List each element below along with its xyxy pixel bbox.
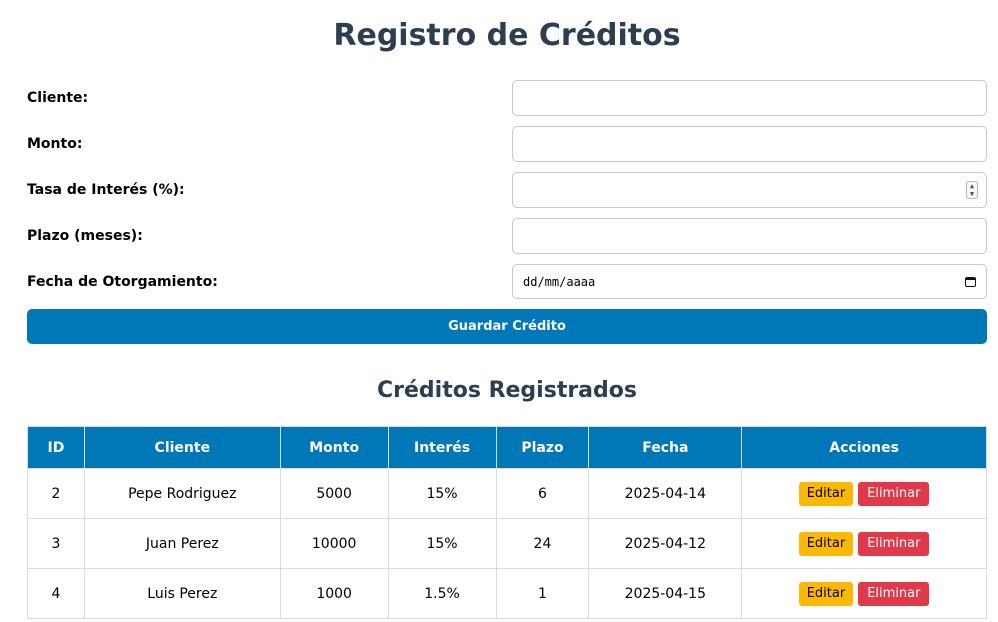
edit-button[interactable]: Editar <box>798 531 854 556</box>
column-header-plazo: Plazo <box>495 426 590 469</box>
tasa-input[interactable]: ▲ ▼ <box>512 172 987 208</box>
credits-table: ID Cliente Monto Interés Plazo Fecha Acc… <box>27 426 987 619</box>
cell-monto: 5000 <box>279 468 389 519</box>
cell-id: 2 <box>27 468 85 519</box>
spinner-icon[interactable]: ▲ ▼ <box>966 181 978 199</box>
credits-page: Registro de Créditos Cliente: Monto: Tas… <box>0 0 998 622</box>
cell-acciones: Editar Eliminar <box>741 518 987 569</box>
cell-interes: 15% <box>387 468 497 519</box>
form-row-monto: Monto: <box>27 126 987 162</box>
edit-button[interactable]: Editar <box>798 481 854 506</box>
save-credit-button[interactable]: Guardar Crédito <box>27 309 987 344</box>
plazo-input[interactable] <box>512 218 987 254</box>
cell-fecha: 2025-04-15 <box>588 568 743 619</box>
table-header-row: ID Cliente Monto Interés Plazo Fecha Acc… <box>27 426 987 469</box>
cell-fecha: 2025-04-12 <box>588 518 743 569</box>
cell-id: 4 <box>27 568 85 619</box>
table-row: 3 Juan Perez 10000 15% 24 2025-04-12 Edi… <box>27 518 987 569</box>
cell-cliente: Juan Perez <box>83 518 281 569</box>
table-row: 4 Luis Perez 1000 1.5% 1 2025-04-15 Edit… <box>27 568 987 619</box>
cell-acciones: Editar Eliminar <box>741 568 987 619</box>
column-header-cliente: Cliente <box>83 426 281 469</box>
cell-fecha: 2025-04-14 <box>588 468 743 519</box>
tasa-label: Tasa de Interés (%): <box>27 182 185 198</box>
column-header-id: ID <box>27 426 85 469</box>
column-header-fecha: Fecha <box>588 426 743 469</box>
fecha-label: Fecha de Otorgamiento: <box>27 274 218 290</box>
delete-button[interactable]: Eliminar <box>858 481 930 506</box>
form-row-tasa: Tasa de Interés (%): ▲ ▼ <box>27 172 987 208</box>
fecha-input[interactable]: dd/mm/aaaa <box>512 264 987 299</box>
column-header-monto: Monto <box>279 426 389 469</box>
monto-input[interactable] <box>512 126 987 162</box>
monto-label: Monto: <box>27 136 83 152</box>
cell-plazo: 24 <box>495 518 590 569</box>
section-title: Créditos Registrados <box>376 378 637 403</box>
cell-monto: 10000 <box>279 518 389 569</box>
page-title: Registro de Créditos <box>333 18 681 53</box>
cell-id: 3 <box>27 518 85 569</box>
form-row-plazo: Plazo (meses): <box>27 218 987 254</box>
table-row: 2 Pepe Rodriguez 5000 15% 6 2025-04-14 E… <box>27 468 987 519</box>
calendar-icon[interactable] <box>965 276 976 287</box>
cell-cliente: Pepe Rodriguez <box>83 468 281 519</box>
edit-button[interactable]: Editar <box>798 581 854 606</box>
plazo-label: Plazo (meses): <box>27 228 143 244</box>
cell-interes: 15% <box>387 518 497 569</box>
cliente-input[interactable] <box>512 80 987 116</box>
column-header-acciones: Acciones <box>741 426 987 469</box>
form-row-cliente: Cliente: <box>27 80 987 116</box>
cell-interes: 1.5% <box>387 568 497 619</box>
delete-button[interactable]: Eliminar <box>858 531 930 556</box>
cell-acciones: Editar Eliminar <box>741 468 987 519</box>
fecha-placeholder: dd/mm/aaaa <box>523 274 596 289</box>
cliente-label: Cliente: <box>27 90 89 106</box>
cell-cliente: Luis Perez <box>83 568 281 619</box>
cell-plazo: 1 <box>495 568 590 619</box>
form-row-fecha: Fecha de Otorgamiento: dd/mm/aaaa <box>27 264 987 300</box>
delete-button[interactable]: Eliminar <box>858 581 930 606</box>
column-header-interes: Interés <box>387 426 497 469</box>
cell-plazo: 6 <box>495 468 590 519</box>
cell-monto: 1000 <box>279 568 389 619</box>
